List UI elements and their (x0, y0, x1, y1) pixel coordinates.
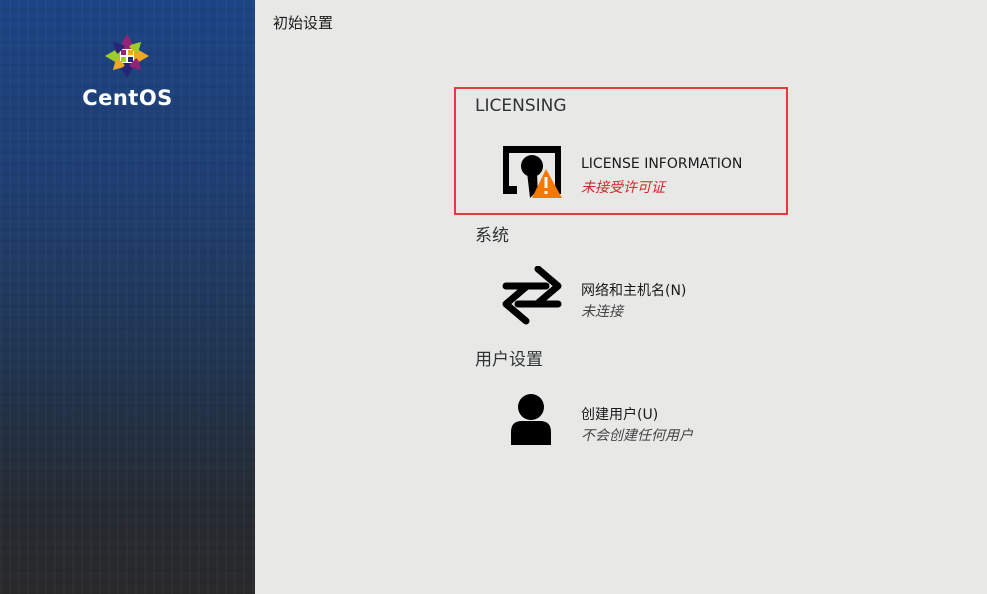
user-icon (511, 394, 551, 445)
license-warning-icon (503, 146, 562, 198)
spoke-license-information[interactable]: LICENSE INFORMATION 未接受许可证 (500, 142, 800, 204)
spoke-status: 未连接 (581, 304, 623, 320)
spoke-status-warning: 未接受许可证 (581, 180, 665, 196)
centos-logo-icon (105, 34, 149, 78)
page-title: 初始设置 (273, 14, 334, 32)
section-title-licensing: LICENSING (475, 96, 567, 116)
spoke-label: LICENSE INFORMATION (581, 156, 743, 172)
spoke-create-user[interactable]: 创建用户(U) 不会创建任何用户 (500, 390, 800, 452)
spoke-status: 不会创建任何用户 (581, 428, 693, 444)
section-title-system: 系统 (475, 226, 509, 246)
spoke-label: 网络和主机名(N) (581, 283, 687, 299)
section-title-user-settings: 用户设置 (475, 350, 543, 370)
sidebar: CentOS (0, 0, 255, 594)
initial-setup-window: CentOS 初始设置 LICENSING LICENSE INFORMATIO… (0, 0, 987, 594)
spoke-label: 创建用户(U) (581, 407, 659, 423)
network-arrows-icon (502, 266, 562, 325)
spoke-network-hostname[interactable]: 网络和主机名(N) 未连接 (500, 266, 800, 328)
centos-logo-text: CentOS (82, 86, 173, 110)
